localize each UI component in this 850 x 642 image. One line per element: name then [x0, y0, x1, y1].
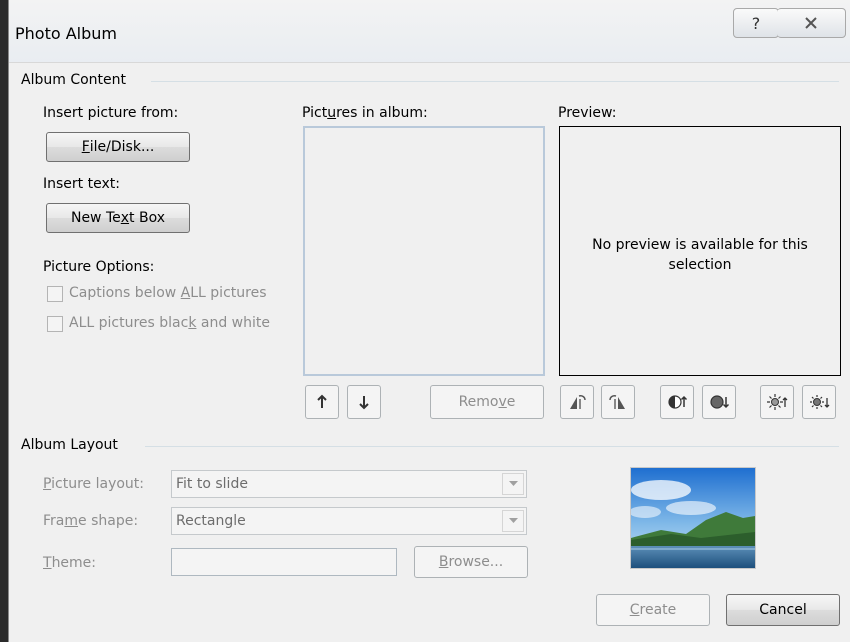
rotate-left-icon [570, 395, 586, 409]
rotate-right-icon [609, 395, 625, 409]
browse-button[interactable]: Browse... [414, 546, 528, 578]
window-title: Photo Album [15, 24, 117, 43]
black-white-checkbox[interactable] [47, 316, 63, 332]
create-button[interactable]: Create [596, 594, 710, 626]
cancel-button[interactable]: Cancel [726, 594, 840, 626]
arrow-down-icon [359, 396, 369, 410]
theme-input[interactable] [171, 548, 397, 576]
move-down-button[interactable] [347, 385, 381, 419]
photo-album-dialog: Photo Album ? Album Content Insert pictu… [8, 0, 850, 642]
album-layout-divider [145, 446, 839, 447]
help-icon: ? [751, 13, 761, 33]
layout-preview-thumbnail [630, 467, 756, 569]
title-bar[interactable]: Photo Album ? [9, 0, 850, 63]
dialog-body: Album Content Insert picture from: File/… [9, 62, 850, 642]
insert-text-label: Insert text: [43, 176, 120, 192]
picture-layout-dropdown[interactable]: Fit to slide [171, 470, 527, 498]
help-button[interactable]: ? [733, 8, 779, 38]
arrow-up-icon [317, 394, 327, 408]
frame-shape-label: Frame shape: [43, 513, 139, 529]
album-layout-legend: Album Layout [21, 437, 118, 453]
pictures-listbox[interactable] [303, 126, 545, 376]
preview-message: No preview is available for this selecti… [592, 237, 808, 273]
rotate-right-button[interactable] [601, 385, 635, 419]
contrast-up-button[interactable] [660, 385, 694, 419]
chevron-down-icon[interactable] [502, 473, 524, 495]
close-button[interactable] [777, 8, 846, 38]
remove-button[interactable]: Remo v e [430, 385, 544, 419]
captions-checkbox[interactable] [47, 286, 63, 302]
picture-layout-label: Picture layout: [43, 476, 144, 492]
captions-checkbox-label[interactable]: Captions below ALL pictures [69, 285, 267, 301]
close-icon [805, 17, 817, 29]
pictures-in-album-label: Pictures in album: [302, 105, 428, 121]
theme-label: Theme: [43, 555, 97, 571]
contrast-down-icon [710, 395, 730, 409]
album-content-divider [151, 81, 839, 82]
picture-layout-value: Fit to slide [176, 476, 248, 492]
insert-picture-label: Insert picture from: [43, 105, 179, 121]
brightness-up-button[interactable] [760, 385, 794, 419]
new-text-box-button[interactable]: New Te x t Box [46, 203, 190, 233]
brightness-up-icon [767, 394, 788, 410]
black-white-checkbox-label[interactable]: ALL pictures black and white [69, 315, 270, 331]
brightness-down-icon [810, 395, 830, 409]
contrast-down-button[interactable] [702, 385, 736, 419]
contrast-up-icon [668, 395, 688, 409]
album-content-legend: Album Content [21, 72, 126, 88]
frame-shape-dropdown[interactable]: Rectangle [171, 507, 527, 535]
preview-pane: No preview is available for this selecti… [559, 126, 841, 376]
file-disk-button[interactable]: File/Disk... [46, 132, 190, 162]
frame-shape-value: Rectangle [176, 513, 246, 529]
brightness-down-button[interactable] [802, 385, 836, 419]
rotate-left-button[interactable] [560, 385, 594, 419]
chevron-down-icon[interactable] [502, 510, 524, 532]
move-up-button[interactable] [305, 385, 339, 419]
preview-label: Preview: [558, 105, 617, 121]
picture-options-label: Picture Options: [43, 259, 155, 275]
